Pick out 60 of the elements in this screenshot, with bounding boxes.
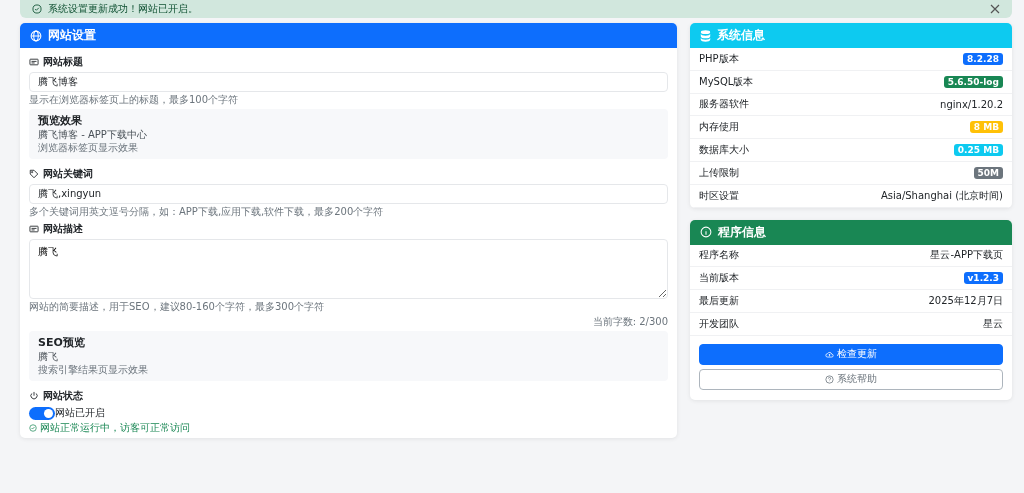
info-value: 星云 xyxy=(983,316,1003,331)
globe-icon xyxy=(30,29,42,42)
char-counter: 当前字数: 2/300 xyxy=(591,316,668,329)
value-badge: 50M xyxy=(973,166,1003,179)
database-icon xyxy=(700,29,711,42)
info-value: 2025年12月7日 xyxy=(928,294,1003,309)
info-label: MySQL版本 xyxy=(699,74,754,89)
info-value: Asia/Shanghai (北京时间) xyxy=(880,188,1003,203)
description-textarea[interactable]: 腾飞 xyxy=(29,239,668,300)
check-update-button[interactable]: 检查更新 xyxy=(699,343,1003,365)
info-label: 上传限制 xyxy=(699,165,739,180)
preview-heading: SEO预览 xyxy=(38,336,86,350)
card-icon xyxy=(29,224,39,235)
field-label: 网站状态 xyxy=(43,389,83,404)
info-label: 开发团队 xyxy=(699,316,739,331)
check-circle-icon xyxy=(32,4,42,14)
power-icon xyxy=(29,391,39,402)
title-input[interactable]: 腾飞博客 xyxy=(29,72,668,92)
card-title: 程序信息 xyxy=(718,223,766,241)
preview-text: 腾飞 xyxy=(38,351,59,364)
card-icon xyxy=(29,57,39,67)
alert-text: 系统设置更新成功！网站已开启。 xyxy=(48,2,198,16)
value-badge: 8 MB xyxy=(969,121,1003,134)
tag-icon xyxy=(29,169,39,180)
value-badge: v1.2.3 xyxy=(963,272,1003,285)
card-title: 网站设置 xyxy=(48,27,96,44)
field-label: 网站标题 xyxy=(43,55,83,69)
info-label: 内存使用 xyxy=(699,120,739,135)
help-text: 网站的简要描述，用于SEO，建议80-160个字符，最多300个字符 xyxy=(29,301,326,314)
info-label: 数据库大小 xyxy=(699,143,749,158)
preview-note: 搜索引擎结果页显示效果 xyxy=(38,364,149,377)
help-text: 显示在浏览器标签页上的标题，最多100个字符 xyxy=(29,94,240,106)
keywords-input[interactable]: 腾飞,xingyun xyxy=(29,184,668,205)
field-label: 网站关键词 xyxy=(43,167,93,182)
preview-heading: 预览效果 xyxy=(38,114,83,128)
info-value: 星云-APP下载页 xyxy=(930,248,1003,263)
info-label: 服务器软件 xyxy=(699,97,749,112)
value-badge: 5.6.50-log xyxy=(943,75,1003,88)
info-value: nginx/1.20.2 xyxy=(940,99,1003,110)
status-message: 网站正常运行中，访客可正常访问 xyxy=(40,422,190,435)
help-text: 多个关键词用英文逗号分隔，如：APP下载,应用下载,软件下载，最多200个字符 xyxy=(29,206,385,219)
toggle-switch[interactable] xyxy=(29,406,55,420)
question-circle-icon xyxy=(825,374,834,384)
preview-note: 浏览器标签页显示效果 xyxy=(38,142,139,155)
info-label: 当前版本 xyxy=(699,271,739,286)
preview-text: 腾飞博客 - APP下载中心 xyxy=(38,129,148,142)
field-label: 网站描述 xyxy=(43,222,83,237)
info-label: 程序名称 xyxy=(699,248,739,263)
card-title: 系统信息 xyxy=(717,27,765,44)
value-badge: 8.2.28 xyxy=(963,52,1003,65)
close-icon[interactable] xyxy=(990,4,1000,14)
cloud-upload-icon xyxy=(825,349,834,359)
check-circle-icon xyxy=(29,424,37,433)
switch-label: 网站已开启 xyxy=(55,406,105,421)
value-badge: 0.25 MB xyxy=(953,144,1003,157)
info-label: 时区设置 xyxy=(699,188,739,203)
info-label: PHP版本 xyxy=(699,51,739,66)
info-label: 最后更新 xyxy=(699,294,739,309)
help-button[interactable]: 系统帮助 xyxy=(699,368,1003,390)
info-icon xyxy=(700,226,712,239)
